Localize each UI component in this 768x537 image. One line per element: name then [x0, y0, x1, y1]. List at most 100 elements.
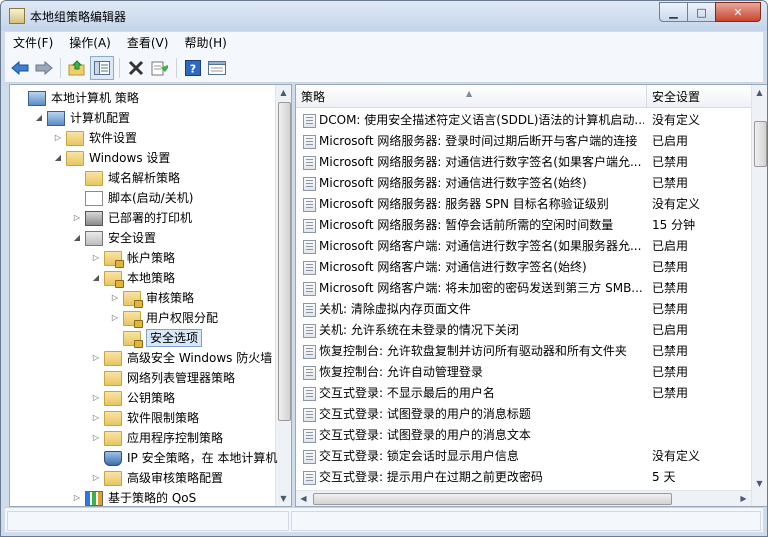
close-button[interactable]: ✕ [715, 2, 761, 22]
policy-row[interactable]: Microsoft 网络服务器: 对通信进行数字签名(如果客户端允... 已禁用 [296, 152, 751, 173]
tree-node[interactable]: ▷ 已部署的打印机 [10, 208, 192, 228]
scroll-up-arrow-icon[interactable]: ▲ [276, 85, 291, 100]
tree-node[interactable]: ◢ 安全设置 [10, 228, 156, 248]
collapse-arrow-icon[interactable]: ◢ [91, 268, 101, 288]
policy-row[interactable]: 恢复控制台: 允许软盘复制并访问所有驱动器和所有文件夹 已禁用 [296, 341, 751, 362]
tree-node[interactable]: ▷ 应用程序控制策略 [10, 428, 223, 448]
scroll-right-arrow-icon[interactable]: ▶ [736, 491, 751, 506]
tree-node[interactable]: ▷ 审核策略 [10, 288, 194, 308]
policy-item-icon [303, 303, 316, 317]
up-one-level-button[interactable] [66, 57, 88, 79]
policy-list[interactable]: 策略 ▲ 安全设置 ▲ ▼ ◀ ▶ DCOM: 使用安全描述符定义语言(SDDL… [295, 84, 767, 507]
tree-node-label: 本地计算机 策略 [51, 91, 139, 105]
scrollbar-thumb[interactable] [278, 102, 291, 421]
policy-row[interactable]: 交互式登录: 试图登录的用户的消息文本 [296, 425, 751, 446]
menu-help[interactable]: 帮助(H) [176, 34, 234, 51]
policy-row[interactable]: 交互式登录: 提示用户在过期之前更改密码 5 天 [296, 467, 751, 488]
policy-row[interactable]: Microsoft 网络服务器: 暂停会话前所需的空闲时间数量 15 分钟 [296, 215, 751, 236]
tree-node[interactable]: ▷ 公钥策略 [10, 388, 175, 408]
folder-icon [104, 410, 122, 426]
policy-item-icon [303, 471, 316, 485]
show-hide-tree-button[interactable] [90, 55, 114, 80]
policy-name: Microsoft 网络服务器: 对通信进行数字签名(始终) [319, 176, 587, 190]
expand-arrow-icon[interactable]: ▷ [53, 128, 63, 148]
collapse-arrow-icon[interactable]: ◢ [72, 228, 82, 248]
expand-arrow-icon[interactable]: ▷ [91, 468, 101, 488]
policy-name: 交互式登录: 试图登录的用户的消息标题 [319, 407, 531, 421]
policy-row[interactable]: 交互式登录: 锁定会话时显示用户信息 没有定义 [296, 446, 751, 467]
policy-row[interactable]: 关机: 允许系统在未登录的情况下关闭 已启用 [296, 320, 751, 341]
list-vertical-scrollbar[interactable]: ▲ ▼ [751, 85, 767, 506]
title-bar[interactable]: 本地组策略编辑器 ▁ □ ✕ [1, 1, 767, 31]
collapse-arrow-icon[interactable]: ◢ [34, 108, 44, 128]
console-tree[interactable]: ▲ ▼ 本地计算机 策略 ◢ 计算机配置 ▷ 软件设置 ◢ Windows 设置 域名解析策略… [9, 84, 292, 507]
tree-node[interactable]: ▷ 软件设置 [10, 128, 137, 148]
policy-row[interactable]: Microsoft 网络客户端: 对通信进行数字签名(始终) 已禁用 [296, 257, 751, 278]
policy-row[interactable]: Microsoft 网络服务器: 服务器 SPN 目标名称验证级别 没有定义 [296, 194, 751, 215]
tree-node[interactable]: ◢ Windows 设置 [10, 148, 170, 168]
help-button[interactable]: ? [182, 57, 204, 79]
delete-button[interactable] [125, 57, 147, 79]
scroll-down-arrow-icon[interactable]: ▼ [752, 476, 767, 491]
expand-arrow-icon[interactable]: ▷ [91, 248, 101, 268]
export-list-button[interactable] [149, 57, 171, 79]
collapse-arrow-icon[interactable]: ◢ [53, 148, 63, 168]
scrollbar-thumb[interactable] [313, 493, 672, 505]
expand-arrow-icon[interactable]: ▷ [91, 348, 101, 368]
scroll-down-arrow-icon[interactable]: ▼ [276, 491, 291, 506]
policy-row[interactable]: Microsoft 网络客户端: 对通信进行数字签名(如果服务器允... 已启用 [296, 236, 751, 257]
tree-node[interactable]: ▷ 高级安全 Windows 防火墙 [10, 348, 272, 368]
expand-arrow-icon[interactable]: ▷ [72, 208, 82, 228]
maximize-button[interactable]: □ [687, 2, 716, 22]
tree-node[interactable]: ▷ 用户权限分配 [10, 308, 218, 328]
policy-row[interactable]: 交互式登录: 不显示最后的用户名 已禁用 [296, 383, 751, 404]
policy-item-icon [303, 429, 316, 443]
scroll-up-arrow-icon[interactable]: ▲ [752, 85, 767, 100]
scroll-left-arrow-icon[interactable]: ◀ [296, 491, 311, 506]
scrollbar-thumb[interactable] [754, 121, 767, 167]
tree-node[interactable]: IP 安全策略，在 本地计算机 [10, 448, 277, 468]
tree-node[interactable]: ◢ 计算机配置 [10, 108, 130, 128]
policy-item-icon [303, 114, 316, 128]
expand-arrow-icon[interactable]: ▷ [110, 308, 120, 328]
tree-node-label: IP 安全策略，在 本地计算机 [127, 451, 278, 465]
expand-arrow-icon[interactable]: ▷ [91, 408, 101, 428]
policy-row[interactable]: 关机: 清除虚拟内存页面文件 已禁用 [296, 299, 751, 320]
back-button[interactable] [9, 57, 31, 79]
tree-node[interactable]: 脚本(启动/关机) [10, 188, 193, 208]
expand-arrow-icon[interactable]: ▷ [110, 288, 120, 308]
policy-setting: 没有定义 [652, 113, 701, 127]
expand-arrow-icon[interactable]: ▷ [91, 428, 101, 448]
tree-node[interactable]: 网络列表管理器策略 [10, 368, 235, 388]
list-horizontal-scrollbar[interactable]: ◀ ▶ [296, 490, 751, 506]
menu-file[interactable]: 文件(F) [5, 34, 61, 51]
policy-row[interactable]: 恢复控制台: 允许自动管理登录 已禁用 [296, 362, 751, 383]
tree-node[interactable]: 本地计算机 策略 [10, 88, 139, 108]
policy-row[interactable]: 交互式登录: 试图登录的用户的消息标题 [296, 404, 751, 425]
menu-action[interactable]: 操作(A) [61, 34, 119, 51]
policy-row[interactable]: Microsoft 网络服务器: 登录时间过期后断开与客户端的连接 已启用 [296, 131, 751, 152]
policy-setting: 已启用 [652, 239, 689, 253]
tree-node[interactable]: ◢ 本地策略 [10, 268, 175, 288]
tree-node[interactable]: 域名解析策略 [10, 168, 180, 188]
policy-row[interactable]: Microsoft 网络服务器: 对通信进行数字签名(始终) 已禁用 [296, 173, 751, 194]
minimize-button[interactable]: ▁ [659, 2, 688, 22]
tree-vertical-scrollbar[interactable]: ▲ ▼ [275, 85, 291, 506]
policy-row[interactable]: Microsoft 网络客户端: 将未加密的密码发送到第三方 SMB... 已禁用 [296, 278, 751, 299]
menu-view[interactable]: 查看(V) [119, 34, 177, 51]
tree-node[interactable]: ▷ 软件限制策略 [10, 408, 199, 428]
forward-button[interactable] [33, 57, 55, 79]
locked-folder-icon [104, 270, 124, 288]
tree-node[interactable]: ▷ 基于策略的 QoS [10, 488, 196, 506]
policy-row[interactable]: DCOM: 使用安全描述符定义语言(SDDL)语法的计算机启动... 没有定义 [296, 110, 751, 131]
column-header-policy[interactable]: 策略 ▲ [296, 85, 647, 107]
expand-arrow-icon[interactable]: ▷ [91, 388, 101, 408]
tree-node-label: 高级安全 Windows 防火墙 [127, 351, 273, 365]
tree-node[interactable]: 安全选项 [10, 328, 203, 348]
expand-arrow-icon[interactable]: ▷ [72, 488, 82, 506]
svg-text:?: ? [190, 62, 196, 75]
column-header-setting[interactable]: 安全设置 [647, 85, 751, 107]
tree-node[interactable]: ▷ 帐户策略 [10, 248, 175, 268]
properties-view-button[interactable] [206, 57, 228, 79]
tree-node[interactable]: ▷ 高级审核策略配置 [10, 468, 223, 488]
